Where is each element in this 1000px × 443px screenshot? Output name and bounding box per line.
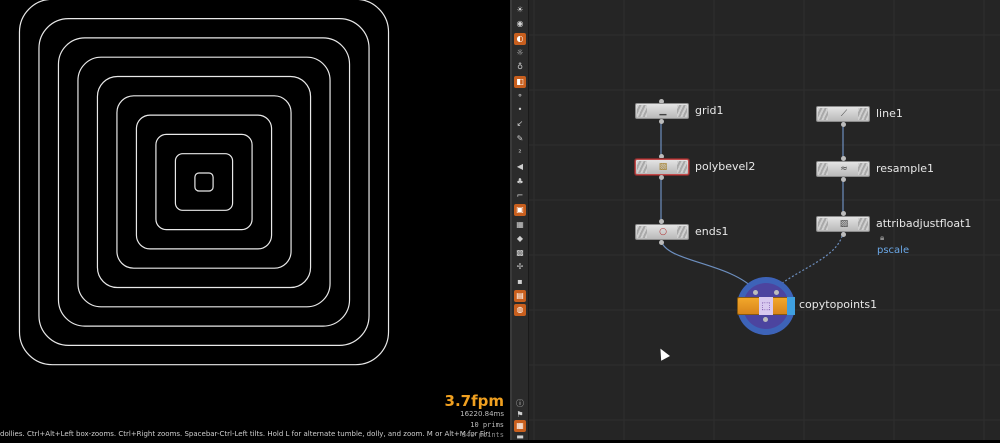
arrow-icon[interactable]: ↙ — [514, 118, 526, 130]
node-label: copytopoints1 — [799, 298, 878, 311]
dot-icon[interactable]: • — [514, 104, 526, 116]
node-label: polybevel2 — [695, 160, 756, 173]
curve-geometry — [18, 0, 390, 366]
render-icon[interactable]: ▤ — [514, 290, 526, 302]
node-label: ends1 — [695, 225, 729, 238]
vector-icon[interactable]: ✢ — [514, 261, 526, 273]
curve-loop — [38, 18, 370, 346]
screen-icon[interactable]: ▬ — [514, 431, 526, 443]
box-node-icon: ▧ — [658, 162, 668, 172]
curve-loop — [57, 37, 351, 327]
node-output[interactable] — [841, 177, 846, 182]
orient-icon[interactable]: ◧ — [514, 75, 526, 88]
pen-icon[interactable]: ✎ — [514, 133, 526, 145]
speaker-icon[interactable]: ◀ — [514, 161, 526, 173]
curve-loop — [96, 75, 312, 289]
curve-loop — [18, 0, 390, 366]
viewport-hint: dollies. Ctrl+Alt+Left box-zooms. Ctrl+R… — [0, 430, 490, 438]
points-count: 840 points — [461, 431, 504, 439]
line-node-icon: ⟋ — [840, 109, 848, 119]
node-output[interactable] — [659, 175, 664, 180]
node-grid1[interactable]: ▁ — [635, 103, 689, 119]
curve-loop — [155, 133, 253, 231]
node-resample1[interactable]: ≈ — [816, 161, 870, 177]
node-label: grid1 — [695, 104, 724, 117]
grid-node-icon: ▁ — [659, 106, 667, 116]
point-light-icon[interactable]: ☼ — [514, 47, 526, 59]
lock-icon: 🔒︎ — [880, 233, 885, 242]
fps-readout: 3.7fpm — [444, 392, 504, 410]
box-icon[interactable]: ▪ — [514, 276, 526, 288]
node-polybevel2[interactable]: ▧ — [635, 159, 689, 175]
bracket-icon[interactable]: ⌐ — [514, 190, 526, 202]
node-output[interactable] — [659, 119, 664, 124]
pin-icon[interactable]: ◍ — [514, 304, 526, 317]
cam-light-icon[interactable]: ◐ — [514, 32, 526, 45]
curve-loop — [174, 153, 234, 211]
node-attribadjustfloat1[interactable]: ▨ — [816, 216, 870, 232]
diamond-icon[interactable]: ◆ — [514, 233, 526, 245]
node-output[interactable] — [841, 122, 846, 127]
wave-node-icon: ≈ — [840, 164, 848, 174]
curve-loop — [135, 114, 273, 250]
frame-time: 16220.84ms — [460, 410, 504, 418]
scene-viewport[interactable]: dollies. Ctrl+Alt+Left box-zooms. Ctrl+R… — [0, 0, 510, 440]
curve-loop — [194, 172, 214, 192]
node-output[interactable] — [659, 240, 664, 245]
node-output[interactable] — [841, 232, 846, 237]
node-label: attribadjustfloat1 — [876, 217, 972, 230]
spot-icon[interactable]: ♁ — [514, 61, 526, 73]
copy-node-icon: ⬚ — [759, 297, 773, 315]
circle-node-icon: ○ — [659, 227, 667, 237]
network-editor[interactable]: ▁ grid1 ▧ polybevel2 ○ ends1 ⟋ line1 ≈ r… — [529, 0, 1000, 440]
node-label: line1 — [876, 107, 903, 120]
curve-loop — [116, 95, 292, 269]
pscale-attribute: pscale — [877, 245, 910, 256]
node-copytopoints1[interactable]: ⬚ — [737, 277, 795, 335]
brush-icon[interactable]: ♣ — [514, 176, 526, 188]
viewport-toolbar: ☀ ◉ ◐ ☼ ♁ ◧ ⚬ • ↙ ✎ ² ◀ ♣ ⌐ ▣ ▦ ◆ ▩ ✢ ▪ ▤ ◍ ⓘ ⚑ ▦ ▬ — [512, 0, 529, 443]
node-label: resample1 — [876, 162, 935, 175]
prims-count: 10 prims — [470, 421, 504, 429]
shade-icon[interactable]: ▦ — [514, 219, 526, 231]
camera-icon[interactable]: ◉ — [514, 18, 526, 30]
light-icon[interactable]: ☀ — [514, 4, 526, 16]
adjust-node-icon: ▨ — [839, 219, 849, 229]
node-line1[interactable]: ⟋ — [816, 106, 870, 122]
grid-icon[interactable]: ▩ — [514, 247, 526, 259]
curve-loop — [77, 56, 331, 308]
sub-icon[interactable]: ² — [514, 147, 526, 159]
snap-icon[interactable]: ⚬ — [514, 90, 526, 102]
node-ends1[interactable]: ○ — [635, 224, 689, 240]
display-icon[interactable]: ▣ — [514, 204, 526, 217]
